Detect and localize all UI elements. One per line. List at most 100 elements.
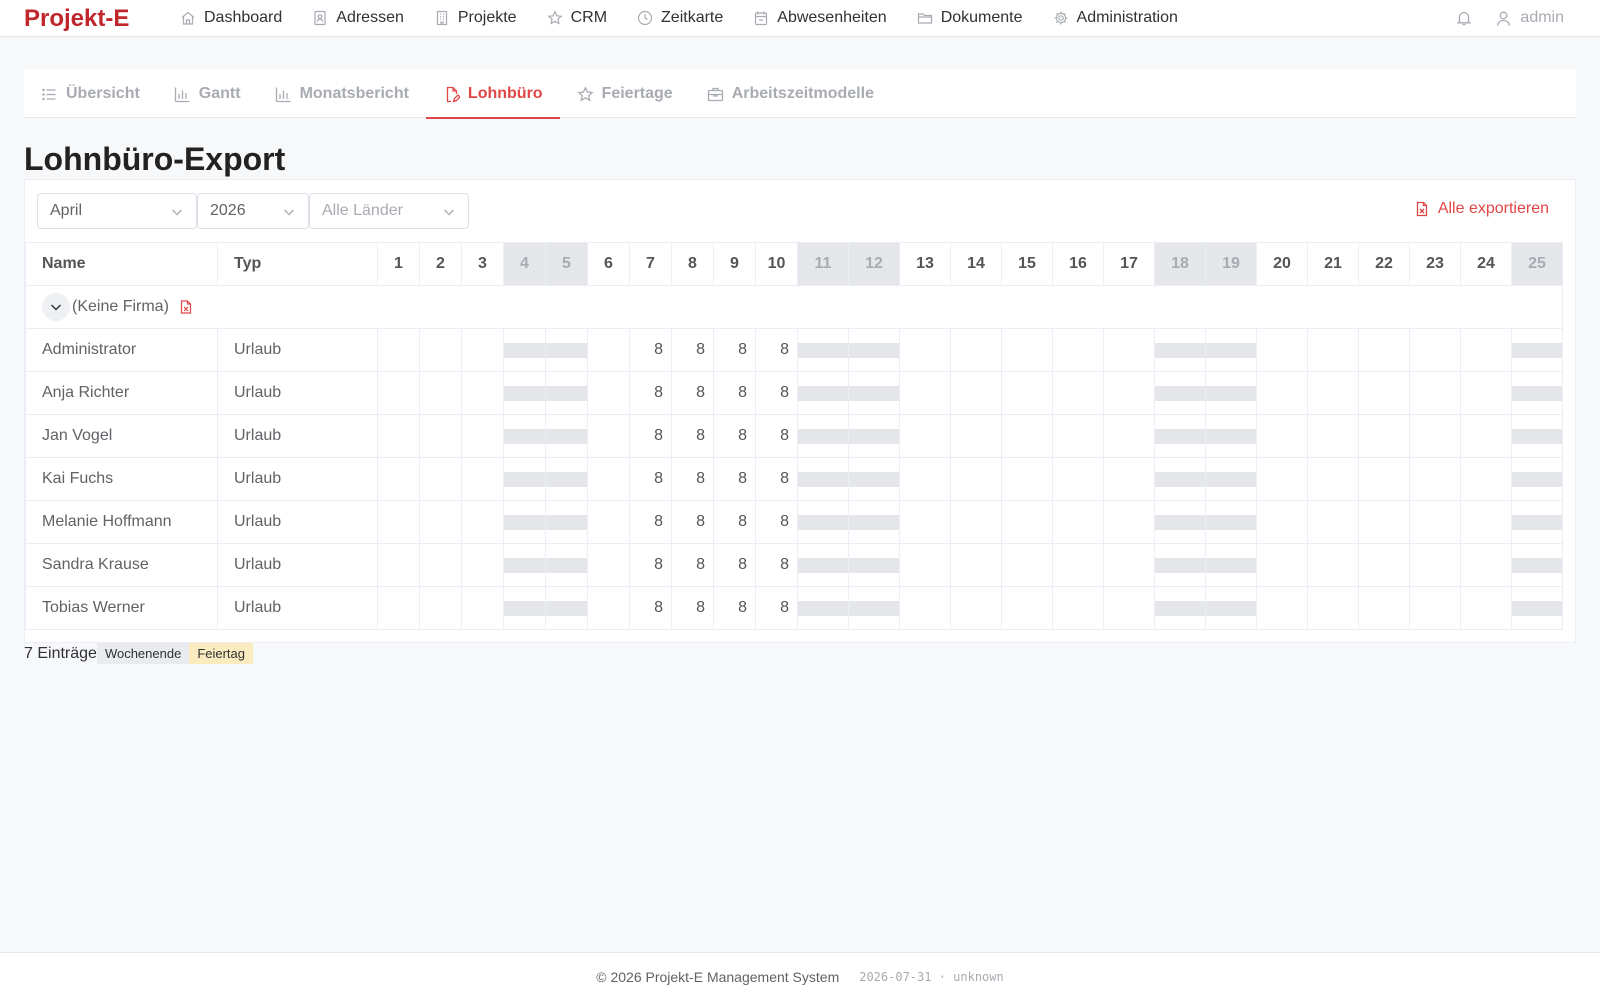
list-icon xyxy=(41,86,58,103)
day-cell xyxy=(1358,457,1410,501)
weekend-bar xyxy=(798,472,848,487)
weekend-bar xyxy=(1206,386,1256,401)
day-cell xyxy=(1001,328,1053,372)
brand-logo[interactable]: Projekt-E xyxy=(24,5,129,33)
group-row: (Keine Firma) xyxy=(25,285,1563,329)
weekend-cell xyxy=(797,500,849,544)
year-select[interactable]: 2026 xyxy=(197,193,309,229)
weekend-cell xyxy=(1205,328,1257,372)
day-cell xyxy=(1103,500,1155,544)
day-header: 19 xyxy=(1205,242,1257,286)
chevron-down-icon xyxy=(172,209,182,216)
user-menu[interactable]: admin xyxy=(1495,9,1564,27)
absence-type: Urlaub xyxy=(217,543,378,587)
day-cell xyxy=(1460,414,1512,458)
weekend-cell xyxy=(545,414,588,458)
day-header: 9 xyxy=(713,242,756,286)
table-row[interactable]: Sandra Krause Urlaub 8 8 8 8 xyxy=(25,543,1563,587)
column-header-name[interactable]: Name xyxy=(25,242,218,286)
tab-uebersicht[interactable]: Übersicht xyxy=(24,70,157,118)
weekend-bar xyxy=(1512,472,1562,487)
column-header-type[interactable]: Typ xyxy=(217,242,378,286)
day-cell xyxy=(1460,328,1512,372)
nav-item-abwesenheiten[interactable]: Abwesenheiten xyxy=(738,0,901,36)
month-select[interactable]: April xyxy=(37,193,197,229)
country-select[interactable]: Alle Länder xyxy=(309,193,469,229)
day-cell xyxy=(1052,371,1104,415)
day-header: 20 xyxy=(1256,242,1308,286)
weekend-cell xyxy=(797,586,849,630)
day-cell xyxy=(1409,543,1461,587)
tab-arbeitszeitmodelle[interactable]: Arbeitszeitmodelle xyxy=(690,70,891,118)
weekend-bar xyxy=(546,601,587,616)
nav-item-label: Administration xyxy=(1076,9,1178,26)
day-header: 22 xyxy=(1358,242,1410,286)
tab-gantt[interactable]: Gantt xyxy=(157,70,258,118)
bar-chart-icon xyxy=(174,86,191,103)
day-cell xyxy=(899,543,951,587)
tab-lohnbuero[interactable]: Lohnbüro xyxy=(425,70,560,119)
nav-item-administration[interactable]: Administration xyxy=(1038,0,1193,36)
day-cell xyxy=(1460,500,1512,544)
day-header: 10 xyxy=(755,242,798,286)
weekend-bar xyxy=(1512,386,1562,401)
excel-file-icon[interactable] xyxy=(179,300,193,314)
day-cell xyxy=(899,500,951,544)
weekend-bar xyxy=(798,515,848,530)
export-all-button[interactable]: Alle exportieren xyxy=(1414,200,1549,218)
weekend-cell xyxy=(503,328,546,372)
day-cell xyxy=(1001,543,1053,587)
hours-cell: 8 xyxy=(713,543,756,587)
weekend-cell xyxy=(848,371,900,415)
collapse-toggle[interactable] xyxy=(42,293,70,321)
day-cell xyxy=(461,457,504,501)
export-all-label: Alle exportieren xyxy=(1437,200,1549,217)
nav-item-adressen[interactable]: Adressen xyxy=(297,0,419,36)
day-cell xyxy=(419,414,462,458)
table-row[interactable]: Kai Fuchs Urlaub 8 8 8 8 xyxy=(25,457,1563,501)
weekend-cell xyxy=(848,586,900,630)
table-row[interactable]: Tobias Werner Urlaub 8 8 8 8 xyxy=(25,586,1563,630)
nav-item-crm[interactable]: CRM xyxy=(532,0,622,36)
day-cell xyxy=(899,457,951,501)
nav-item-label: Abwesenheiten xyxy=(777,9,887,26)
tab-feiertage[interactable]: Feiertage xyxy=(560,70,690,118)
tab-label: Arbeitszeitmodelle xyxy=(731,85,874,102)
weekend-bar xyxy=(504,429,545,444)
weekend-bar xyxy=(1512,558,1562,573)
day-header: 24 xyxy=(1460,242,1512,286)
weekend-bar xyxy=(849,386,899,401)
weekend-bar xyxy=(798,429,848,444)
nav-item-label: Projekte xyxy=(457,9,517,26)
weekend-cell xyxy=(797,414,849,458)
weekend-cell xyxy=(797,543,849,587)
bell-icon[interactable] xyxy=(1455,9,1473,27)
table-row[interactable]: Jan Vogel Urlaub 8 8 8 8 xyxy=(25,414,1563,458)
nav-item-projekte[interactable]: Projekte xyxy=(419,0,532,36)
nav-item-zeitkarte[interactable]: Zeitkarte xyxy=(622,0,738,36)
day-cell xyxy=(419,586,462,630)
tab-monatsbericht[interactable]: Monatsbericht xyxy=(258,70,426,118)
day-cell xyxy=(587,586,630,630)
day-cell xyxy=(1256,414,1308,458)
weekend-bar xyxy=(546,472,587,487)
table-row[interactable]: Melanie Hoffmann Urlaub 8 8 8 8 xyxy=(25,500,1563,544)
day-cell xyxy=(1001,414,1053,458)
weekend-cell xyxy=(1511,414,1563,458)
weekend-bar xyxy=(1206,343,1256,358)
absence-type: Urlaub xyxy=(217,328,378,372)
weekend-bar xyxy=(546,515,587,530)
weekend-bar xyxy=(1155,429,1205,444)
nav-item-dokumente[interactable]: Dokumente xyxy=(902,0,1038,36)
nav-item-dashboard[interactable]: Dashboard xyxy=(180,0,297,36)
day-cell xyxy=(1103,543,1155,587)
weekend-bar xyxy=(1206,429,1256,444)
table-row[interactable]: Anja Richter Urlaub 8 8 8 8 xyxy=(25,371,1563,415)
main-menu: Dashboard Adressen Projekte CRM Zeitkart… xyxy=(180,0,1193,36)
table-row[interactable]: Administrator Urlaub 8 8 8 8 xyxy=(25,328,1563,372)
weekend-bar xyxy=(849,343,899,358)
day-cell xyxy=(1052,328,1104,372)
day-cell xyxy=(899,414,951,458)
country-placeholder: Alle Länder xyxy=(322,202,403,219)
weekend-bar xyxy=(546,343,587,358)
